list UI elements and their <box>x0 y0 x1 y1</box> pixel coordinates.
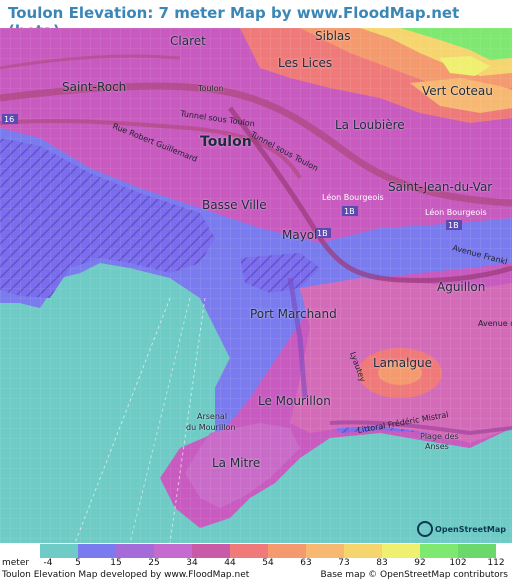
route-1b-label-2: 1B <box>448 221 459 230</box>
legend-tick-label: 63 <box>300 558 312 568</box>
elevation-legend: meter -4 5 15 25 34 44 54 63 73 83 92 102 112 <box>0 543 512 569</box>
place-la-loubiere: La Loubière <box>335 118 405 132</box>
place-siblas: Siblas <box>315 29 351 43</box>
place-le-mourillon: Le Mourillon <box>258 394 331 408</box>
legend-unit: meter <box>2 558 29 568</box>
footer-attribution: Base map © OpenStreetMap contributors <box>320 570 508 580</box>
legend-swatch <box>306 544 344 558</box>
place-basse-ville: Basse Ville <box>202 198 267 212</box>
legend-unit-text: meter <box>2 558 30 568</box>
place-du-mourillon: du Mourillon <box>186 423 236 432</box>
place-saint-roch: Saint-Roch <box>62 80 127 94</box>
legend-swatch <box>78 544 116 558</box>
footer: Toulon Elevation Map developed by www.Fl… <box>0 570 512 582</box>
legend-swatch <box>382 544 420 558</box>
legend-swatch <box>458 544 496 558</box>
legend-tick-label: 83 <box>376 558 388 568</box>
place-arsenal: Arsenal <box>197 412 228 421</box>
legend-tick-label: 54 <box>262 558 274 568</box>
street-leon-bourgeois: Léon Bourgeois <box>322 192 384 202</box>
street-leon-bourgeois-2: Léon Bourgeois <box>425 207 487 217</box>
place-mayol: Mayol <box>282 228 318 242</box>
place-toulon: Toulon <box>200 134 252 150</box>
legend-tick-label: 15 <box>110 558 122 568</box>
place-port-marchand: Port Marchand <box>250 307 337 321</box>
route-1b-label: 1B <box>344 207 355 216</box>
place-vert-coteau: Vert Coteau <box>422 84 493 98</box>
legend-swatch <box>268 544 306 558</box>
legend-tick-label: 112 <box>487 558 505 568</box>
street-avenue-2: Avenue d <box>478 319 512 328</box>
legend-swatch <box>344 544 382 558</box>
place-saint-jean: Saint-Jean-du-Var <box>388 180 493 194</box>
legend-tick-label: 44 <box>224 558 236 568</box>
place-toulon-small: Toulon <box>198 84 224 93</box>
route-1b-label-3: 1B <box>317 229 328 238</box>
legend-tick-label: -4 <box>43 558 53 568</box>
magnifier-icon <box>417 521 434 537</box>
place-les-lices: Les Lices <box>278 56 333 70</box>
legend-swatch <box>116 544 154 558</box>
legend-swatch <box>230 544 268 558</box>
legend-tick-label: 102 <box>449 558 467 568</box>
elevation-map[interactable]: 16 1B 1B 1B Rue Robert Guillemard Tunnel… <box>0 28 512 543</box>
osm-logo-text: OpenStreetMap <box>435 524 506 534</box>
footer-credit: Toulon Elevation Map developed by www.Fl… <box>2 570 250 580</box>
legend-swatch <box>154 544 192 558</box>
openstreetmap-logo[interactable]: OpenStreetMap <box>417 521 506 537</box>
place-aguillon: Aguillon <box>437 280 486 294</box>
title-bar: Toulon Elevation: 7 meter Map by www.Flo… <box>0 0 512 40</box>
legend-tick-label: 73 <box>338 558 350 568</box>
legend-tick-label: 25 <box>148 558 160 568</box>
place-la-mitre: La Mitre <box>212 456 261 470</box>
place-anses: Anses <box>425 442 449 451</box>
legend-tick-label: 34 <box>186 558 198 568</box>
route-16-label: 16 <box>4 115 14 124</box>
place-plage-des: Plage des <box>420 432 459 441</box>
legend-swatch <box>192 544 230 558</box>
legend-swatch <box>40 544 78 558</box>
legend-swatch <box>420 544 458 558</box>
place-claret: Claret <box>170 34 206 48</box>
legend-tick-label: 5 <box>75 558 81 568</box>
legend-tick-label: 92 <box>414 558 426 568</box>
place-lamalgue: Lamalgue <box>373 356 433 370</box>
